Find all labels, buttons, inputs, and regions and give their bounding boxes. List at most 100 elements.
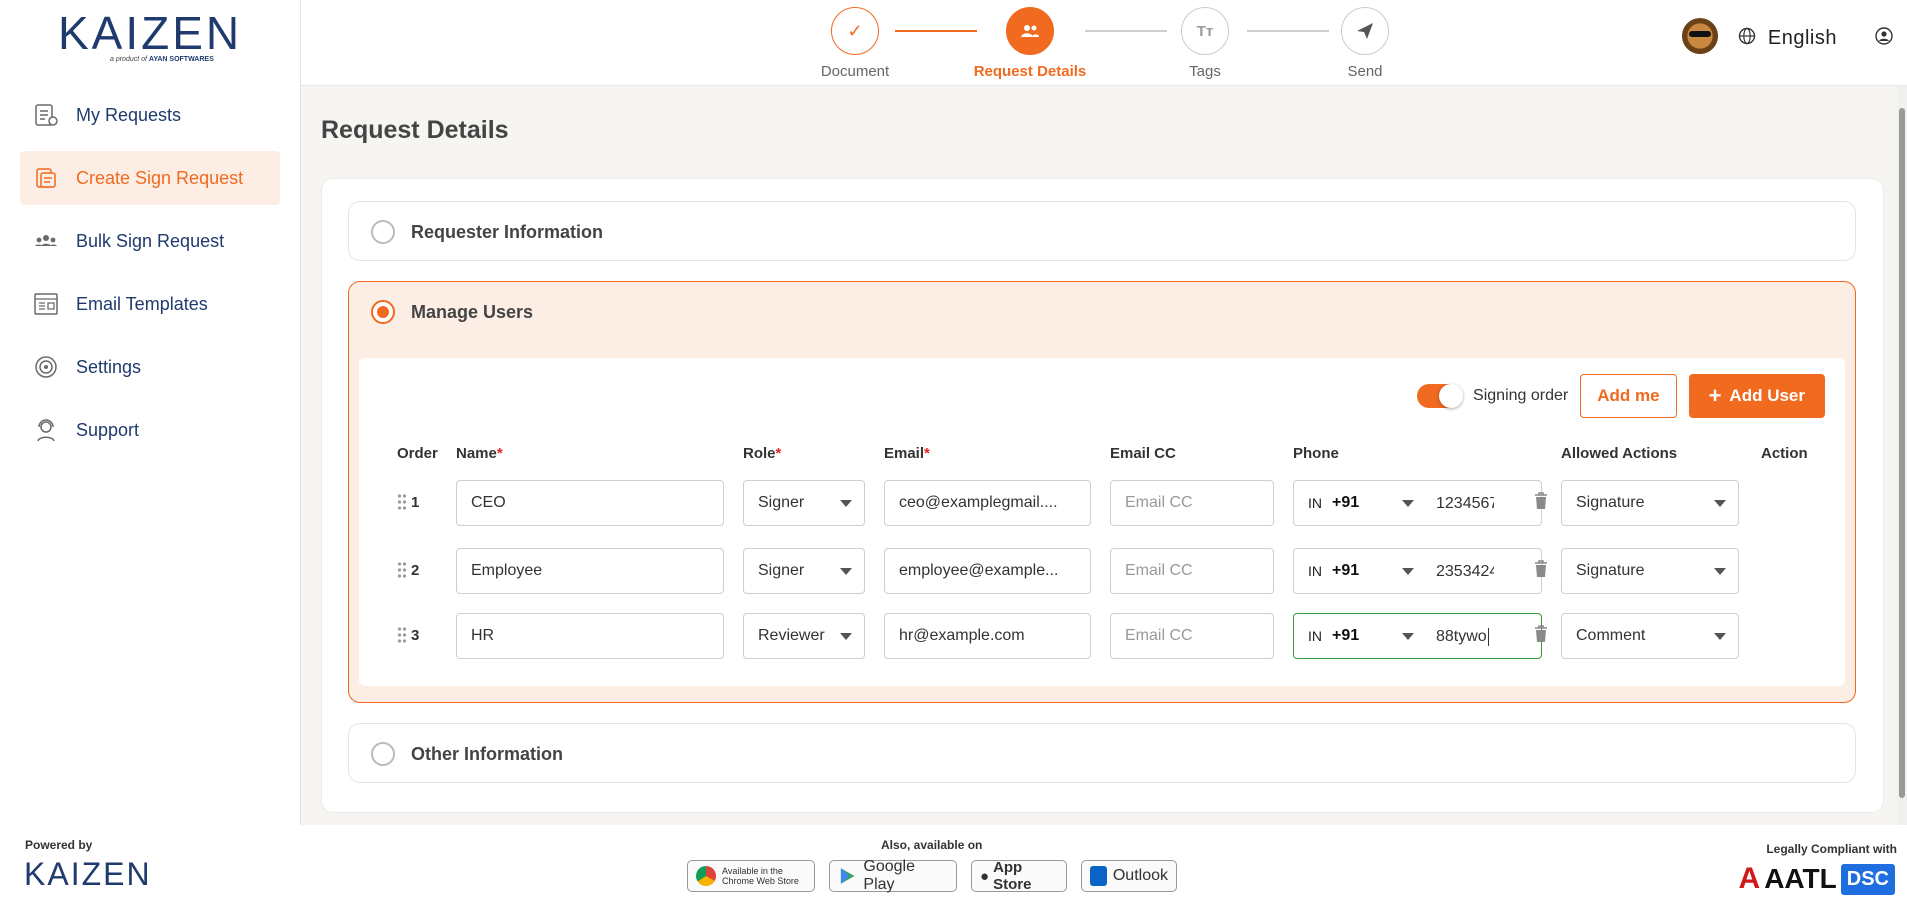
scrollbar-thumb[interactable] xyxy=(1899,108,1905,798)
sidebar-item-support[interactable]: Support xyxy=(20,403,280,457)
delete-icon[interactable] xyxy=(1534,560,1548,578)
step-document[interactable]: ✓ Document xyxy=(795,7,915,80)
step-label: Send xyxy=(1347,63,1383,80)
top-right-controls: English xyxy=(1679,18,1907,58)
email-field[interactable]: ceo@examplegmail.... xyxy=(884,480,1091,526)
chevron-down-icon[interactable] xyxy=(1402,500,1414,507)
language-selector[interactable]: English xyxy=(1768,27,1837,50)
email-cc-field[interactable]: Email CC xyxy=(1110,613,1274,659)
name-field[interactable]: HR xyxy=(456,613,724,659)
section-radio[interactable] xyxy=(371,742,395,766)
phone-field[interactable]: IN +91 2353424634 xyxy=(1293,548,1542,594)
phone-number: 2353424634 xyxy=(1436,563,1494,580)
manage-users-panel: Signing order Add me + Add User Order Na… xyxy=(359,358,1845,686)
chevron-down-icon[interactable] xyxy=(1402,633,1414,640)
section-radio[interactable] xyxy=(371,220,395,244)
add-user-button[interactable]: + Add User xyxy=(1688,374,1825,418)
scrollbar[interactable] xyxy=(1897,86,1907,825)
section-radio[interactable] xyxy=(371,300,395,324)
section-title: Requester Information xyxy=(411,221,604,242)
name-field[interactable]: Employee xyxy=(456,548,724,594)
delete-icon[interactable] xyxy=(1534,492,1548,510)
google-play-badge[interactable]: Google Play xyxy=(829,858,957,893)
sidebar-item-label: My Requests xyxy=(76,104,182,125)
role-select[interactable]: Signer xyxy=(743,548,865,594)
phone-number: 1234567 xyxy=(1436,495,1494,512)
drag-handle[interactable]: 2 xyxy=(397,561,419,579)
request-details-card: Requester Information Manage Users Signi… xyxy=(321,178,1884,813)
add-user-label: Add User xyxy=(1729,386,1805,405)
avatar[interactable] xyxy=(1679,18,1720,58)
step-send[interactable]: Send xyxy=(1305,7,1425,80)
top-bar: ✓ Document Request Details Tт Tags Send … xyxy=(301,0,1907,86)
table-row: 3 HR Reviewer hr@example.com Email CC IN… xyxy=(359,613,1845,659)
email-template-icon xyxy=(32,290,60,318)
allowed-actions-select[interactable]: Signature xyxy=(1561,480,1739,526)
sidebar-item-create-sign-request[interactable]: Create Sign Request xyxy=(20,151,280,205)
user-account-icon[interactable] xyxy=(1875,26,1893,50)
section-header[interactable]: Requester Information xyxy=(371,220,603,244)
column-header-email: Email* xyxy=(884,445,930,462)
outlook-badge[interactable]: Outlook xyxy=(1081,860,1177,892)
delete-icon[interactable] xyxy=(1534,625,1548,643)
dial-code: +91 xyxy=(1332,562,1360,579)
sidebar-item-label: Settings xyxy=(76,356,142,377)
drag-handle[interactable]: 1 xyxy=(397,493,419,511)
phone-number: 88tywo xyxy=(1436,628,1489,646)
google-play-icon xyxy=(840,868,855,884)
column-header-allowed-actions: Allowed Actions xyxy=(1561,445,1678,462)
role-select[interactable]: Reviewer xyxy=(743,613,865,659)
email-field[interactable]: hr@example.com xyxy=(884,613,1091,659)
allowed-actions-select[interactable]: Signature xyxy=(1561,548,1739,594)
sidebar-item-label: Create Sign Request xyxy=(76,167,244,188)
section-title: Other Information xyxy=(411,743,563,764)
email-cc-field[interactable]: Email CC xyxy=(1110,548,1274,594)
create-sign-icon xyxy=(32,164,60,192)
step-label: Document xyxy=(820,63,890,80)
column-header-phone: Phone xyxy=(1293,445,1339,462)
store-badges: Available in the Chrome Web Store Google … xyxy=(687,858,1191,893)
section-header[interactable]: Manage Users xyxy=(371,300,533,324)
page-title: Request Details xyxy=(321,116,509,144)
sidebar-item-settings[interactable]: Settings xyxy=(20,340,280,394)
other-information-section[interactable]: Other Information xyxy=(348,723,1856,783)
signing-order-toggle[interactable] xyxy=(1417,384,1464,408)
chevron-down-icon[interactable] xyxy=(1402,568,1414,575)
footer-logo[interactable]: KAIZENAYAN SOFTWARES xyxy=(24,858,152,890)
sidebar-item-label: Bulk Sign Request xyxy=(76,230,225,251)
apple-icon: ● xyxy=(980,867,990,885)
sidebar-nav: My Requests Create Sign Request Bulk Sig… xyxy=(20,88,280,466)
phone-field[interactable]: IN +91 88tywo xyxy=(1293,613,1542,659)
kaizen-logo[interactable]: KAIZEN a product of AYAN SOFTWARES xyxy=(58,10,243,68)
role-select[interactable]: Signer xyxy=(743,480,865,526)
section-header[interactable]: Other Information xyxy=(371,742,563,766)
logo-tagline: a product of AYAN SOFTWARES xyxy=(110,56,214,63)
column-header-order: Order xyxy=(397,445,438,462)
drag-handle[interactable]: 3 xyxy=(397,626,419,644)
requester-information-section[interactable]: Requester Information xyxy=(348,201,1856,261)
sidebar-item-email-templates[interactable]: Email Templates xyxy=(20,277,280,331)
app-store-badge[interactable]: ● App Store xyxy=(971,859,1067,893)
sidebar-item-bulk-sign-request[interactable]: Bulk Sign Request xyxy=(20,214,280,268)
text-format-icon: Tт xyxy=(1181,7,1229,55)
name-field[interactable]: CEO xyxy=(456,480,724,526)
column-header-role: Role* xyxy=(743,445,782,462)
add-me-button[interactable]: Add me xyxy=(1580,374,1677,418)
send-icon xyxy=(1341,7,1389,55)
users-toolbar: Signing order Add me + Add User xyxy=(1417,374,1825,418)
powered-by-label: Powered by xyxy=(25,838,93,852)
requests-icon xyxy=(32,101,60,129)
country-code: IN xyxy=(1308,495,1322,511)
email-cc-field[interactable]: Email CC xyxy=(1110,480,1274,526)
adobe-icon: A xyxy=(1738,862,1761,895)
chrome-web-store-badge[interactable]: Available in the Chrome Web Store xyxy=(687,860,815,892)
step-request-details[interactable]: Request Details xyxy=(970,7,1090,80)
globe-icon[interactable] xyxy=(1738,27,1756,50)
sidebar-item-my-requests[interactable]: My Requests xyxy=(20,88,280,142)
section-title: Manage Users xyxy=(411,301,534,322)
step-tags[interactable]: Tт Tags xyxy=(1145,7,1265,80)
email-field[interactable]: employee@example... xyxy=(884,548,1091,594)
allowed-actions-select[interactable]: Comment xyxy=(1561,613,1739,659)
phone-field[interactable]: IN +91 1234567 xyxy=(1293,480,1542,526)
manage-users-section: Manage Users Signing order Add me + Add … xyxy=(348,281,1856,703)
